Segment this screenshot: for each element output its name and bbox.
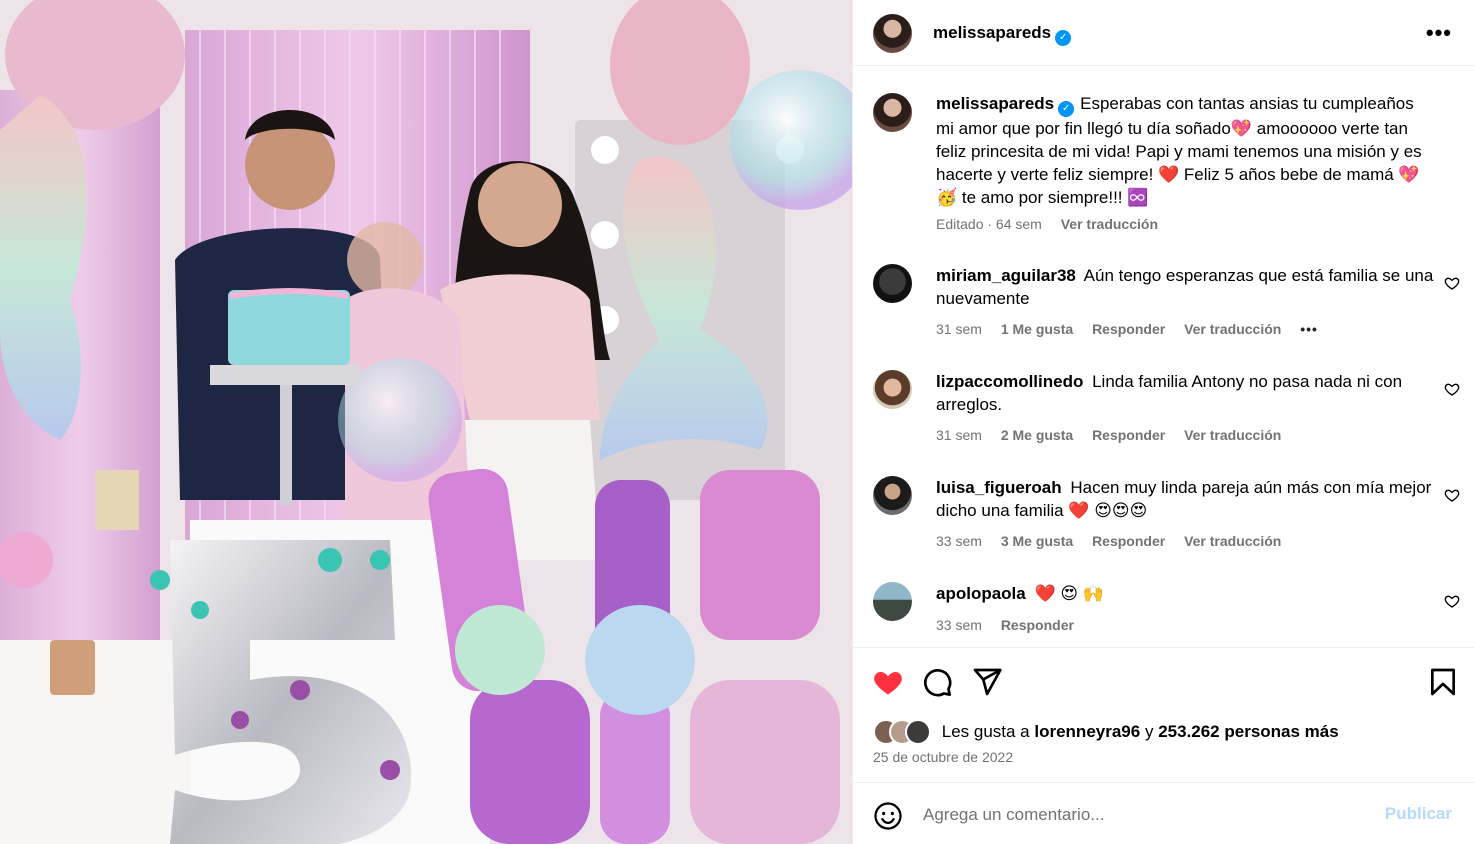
caption-meta: Editado · 64 sem Ver traducción xyxy=(936,216,1173,232)
post-header: melissapareds ✓ ••• xyxy=(853,0,1474,66)
publish-button[interactable]: Publicar xyxy=(1385,804,1452,824)
comment-text: ❤️ 😍 🙌 xyxy=(1034,584,1104,603)
comments-list: melissapareds ✓ Esperabas con tantas ansia… xyxy=(853,66,1474,646)
caption-translate-link[interactable]: Ver traducción xyxy=(1061,216,1158,232)
comment-time: 33 sem xyxy=(936,533,982,549)
comment-username[interactable]: lizpaccomollinedo xyxy=(936,372,1083,391)
comment-more-icon[interactable]: ••• xyxy=(1300,321,1318,337)
comment-item: apolopaola ❤️ 😍 🙌 33 sem Responder xyxy=(853,582,1474,646)
caption-username[interactable]: melissapareds xyxy=(936,94,1054,113)
share-icon[interactable] xyxy=(971,666,1003,698)
author-username[interactable]: melissapareds xyxy=(933,23,1051,42)
likes-user-link[interactable]: lorenneyra96 xyxy=(1034,722,1140,741)
comment-input[interactable] xyxy=(923,802,1363,828)
translate-link[interactable]: Ver traducción xyxy=(1184,533,1281,549)
comment-username[interactable]: miriam_aguilar38 xyxy=(936,266,1076,285)
comment-avatar[interactable] xyxy=(873,476,912,515)
comment-item: miriam_aguilar38 Aún tengo esperanzas qu… xyxy=(853,264,1474,344)
verified-icon: ✓ xyxy=(1058,101,1075,117)
likes-summary: Les gusta a lorenneyra96 y 253.262 perso… xyxy=(873,719,1339,745)
comment-text-block: luisa_figueroah Hacen muy linda pareja a… xyxy=(936,476,1436,522)
translate-link[interactable]: Ver traducción xyxy=(1184,427,1281,443)
comment-avatar[interactable] xyxy=(873,582,912,621)
post-details-panel: melissapareds ✓ ••• melissapareds ✓ Esperab… xyxy=(852,0,1474,844)
caption: melissapareds ✓ Esperabas con tantas ansia… xyxy=(853,90,1474,240)
heart-icon[interactable] xyxy=(1444,487,1460,503)
comment-time: 31 sem xyxy=(936,427,982,443)
verified-icon: ✓ xyxy=(1055,30,1072,46)
reply-button[interactable]: Responder xyxy=(1092,321,1165,337)
comment-item: luisa_figueroah Hacen muy linda pareja a… xyxy=(853,476,1474,556)
more-icon[interactable]: ••• xyxy=(1426,20,1452,46)
comment-avatar[interactable] xyxy=(873,264,912,303)
comment-text-block: lizpaccomollinedo Linda familia Antony n… xyxy=(936,370,1436,416)
likes-prefix: Les gusta a xyxy=(941,722,1030,741)
comment-likes-count[interactable]: 2 Me gusta xyxy=(1001,427,1073,443)
comment-username[interactable]: apolopaola xyxy=(936,584,1026,603)
comment-meta: 31 sem 2 Me gusta Responder Ver traducci… xyxy=(936,427,1296,443)
comment-composer: Publicar xyxy=(853,784,1474,844)
heart-icon[interactable] xyxy=(1444,593,1460,609)
liker-avatar[interactable] xyxy=(905,719,931,745)
likes-text: Les gusta a lorenneyra96 y 253.262 perso… xyxy=(942,722,1339,741)
heart-icon[interactable] xyxy=(872,666,904,698)
comment-text-block: apolopaola ❤️ 😍 🙌 xyxy=(936,582,1436,605)
likes-others-link[interactable]: 253.262 personas más xyxy=(1158,722,1339,741)
caption-text-block: melissapareds ✓ Esperabas con tantas ansia… xyxy=(936,92,1436,209)
comment-item: lizpaccomollinedo Linda familia Antony n… xyxy=(853,370,1474,450)
reply-button[interactable]: Responder xyxy=(1092,533,1165,549)
author-avatar[interactable] xyxy=(873,14,912,53)
caption-edited: Editado · 64 sem xyxy=(936,216,1042,232)
photo-illustration xyxy=(0,0,852,844)
comment-meta: 33 sem Responder xyxy=(936,617,1089,633)
heart-icon[interactable] xyxy=(1444,381,1460,397)
likes-connector: y xyxy=(1144,722,1154,741)
emoji-icon[interactable] xyxy=(873,801,903,831)
comment-username[interactable]: luisa_figueroah xyxy=(936,478,1062,497)
translate-link[interactable]: Ver traducción xyxy=(1184,321,1281,337)
comment-likes-count[interactable]: 1 Me gusta xyxy=(1001,321,1073,337)
post-photo xyxy=(0,0,852,844)
comment-avatar[interactable] xyxy=(873,370,912,409)
comment-meta: 33 sem 3 Me gusta Responder Ver traducci… xyxy=(936,533,1296,549)
comment-text-block: miriam_aguilar38 Aún tengo esperanzas qu… xyxy=(936,264,1436,310)
post-date[interactable]: 25 de octubre de 2022 xyxy=(873,749,1013,765)
bookmark-icon[interactable] xyxy=(1427,666,1459,698)
reply-button[interactable]: Responder xyxy=(1092,427,1165,443)
author-username-row: melissapareds ✓ xyxy=(933,23,1072,46)
comment-icon[interactable] xyxy=(921,666,953,698)
comment-meta: 31 sem 1 Me gusta Responder Ver traducci… xyxy=(936,321,1333,337)
post-actions: Les gusta a lorenneyra96 y 253.262 perso… xyxy=(853,647,1474,783)
comment-time: 33 sem xyxy=(936,617,982,633)
comment-time: 31 sem xyxy=(936,321,982,337)
comment-likes-count[interactable]: 3 Me gusta xyxy=(1001,533,1073,549)
caption-avatar[interactable] xyxy=(873,93,912,132)
reply-button[interactable]: Responder xyxy=(1001,617,1074,633)
heart-icon[interactable] xyxy=(1444,275,1460,291)
